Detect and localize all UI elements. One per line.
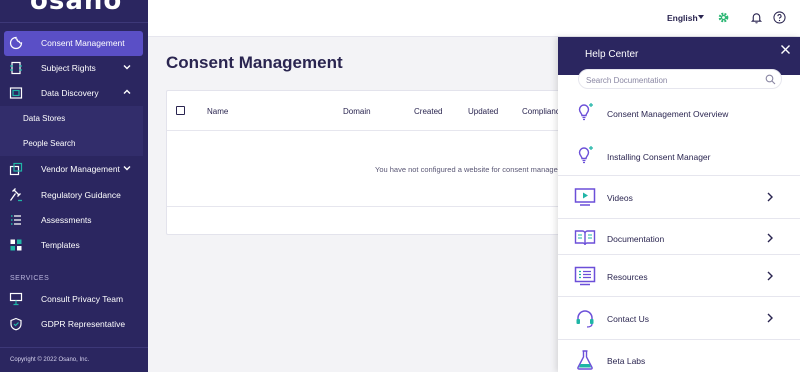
column-header-name[interactable]: Name [207,107,228,116]
sidebar-item-templates[interactable]: Templates [0,233,148,258]
osano-logo[interactable]: osano [30,0,122,16]
help-search-input[interactable] [586,74,756,86]
copyright-text: Copyright © 2022 Osano, Inc. [10,357,90,363]
sidebar-item-label: Vendor Management [41,164,120,174]
sidebar-subitem-label: People Search [23,139,76,148]
help-item-label: Contact Us [607,314,650,324]
video-icon [574,188,596,206]
sidebar-subitem-label: Data Stores [23,114,66,123]
sidebar: osano Consent Management Subject Rights … [0,0,148,372]
select-all-checkbox[interactable] [176,106,185,115]
sidebar-item-label: Regulatory Guidance [41,190,121,200]
sidebar-item-label: Consent Management [41,38,125,48]
sidebar-item-label: GDPR Representative [41,319,126,329]
help-icon[interactable] [773,11,786,24]
bell-icon[interactable] [750,11,763,24]
help-center-panel: Help Center Consent Management Overview … [558,37,800,372]
chevron-up-icon [123,89,131,94]
language-selector[interactable]: English [667,13,698,23]
vendor-icon [9,162,23,176]
help-item-beta-labs[interactable]: Beta Labs [558,340,800,372]
presentation-icon [9,292,23,306]
divider [0,22,148,23]
sidebar-subitem-data-stores[interactable]: Data Stores [0,106,143,131]
sidebar-subitem-people-search[interactable]: People Search [0,131,143,156]
sidebar-item-label: Data Discovery [41,88,99,98]
help-item-consent-management-overview[interactable]: Consent Management Overview [558,97,800,131]
lightbulb-icon [578,103,593,121]
chevron-right-icon [767,192,773,202]
websites-table: Name Domain Created Updated Complianc Yo… [166,90,566,235]
gavel-icon [9,188,22,202]
resources-icon [574,266,596,286]
sidebar-item-regulatory-guidance[interactable]: Regulatory Guidance [0,183,148,208]
shield-icon [10,317,22,331]
headset-icon [576,310,594,328]
sidebar-item-gdpr-representative[interactable]: GDPR Representative [0,312,148,337]
caret-down-icon[interactable] [698,15,704,20]
help-item-label: Consent Management Overview [607,109,729,119]
consent-icon [9,36,23,50]
help-item-label: Videos [607,193,633,203]
chevron-down-icon [123,166,131,171]
sidebar-item-label: Assessments [41,215,92,225]
sidebar-item-consult-privacy-team[interactable]: Consult Privacy Team [0,287,148,312]
column-header-updated[interactable]: Updated [468,107,498,116]
settings-gear-icon[interactable] [717,11,730,24]
help-search-box[interactable] [578,69,782,89]
search-icon[interactable] [765,74,776,85]
sidebar-item-label: Subject Rights [41,63,96,73]
sidebar-item-assessments[interactable]: Assessments [0,208,148,233]
help-item-label: Resources [607,272,648,282]
services-section-label: SERVICES [10,275,50,282]
sidebar-item-label: Consult Privacy Team [41,294,124,304]
column-header-domain[interactable]: Domain [343,107,371,116]
help-item-label: Documentation [607,234,665,244]
sidebar-item-label: Templates [41,240,80,250]
column-header-compliance[interactable]: Complianc [522,107,560,116]
sidebar-item-data-discovery[interactable]: Data Discovery [0,81,148,106]
divider [0,347,148,348]
help-item-label: Beta Labs [607,356,646,366]
divider [167,130,565,131]
list-icon [11,215,21,225]
help-item-videos[interactable]: Videos [558,176,800,218]
page-title: Consent Management [166,53,343,72]
close-icon[interactable] [780,44,791,55]
chevron-right-icon [767,313,773,323]
chevron-right-icon [767,271,773,281]
help-item-label: Installing Consent Manager [607,152,711,162]
help-item-resources[interactable]: Resources [558,255,800,297]
data-discovery-icon [9,87,23,99]
help-item-installing-consent-manager[interactable]: Installing Consent Manager [558,140,800,174]
book-icon [574,230,596,246]
help-item-contact-us[interactable]: Contact Us [558,297,800,339]
lightbulb-icon [578,146,593,164]
divider [167,206,565,207]
sidebar-item-vendor-management[interactable]: Vendor Management [0,157,148,182]
column-header-created[interactable]: Created [414,107,442,116]
chevron-right-icon [767,233,773,243]
sidebar-item-consent-management[interactable]: Consent Management [4,31,143,56]
subject-rights-icon [10,61,22,75]
help-panel-title: Help Center [585,49,639,60]
flask-icon [577,350,593,370]
chevron-down-icon [123,65,131,70]
empty-state-message: You have not configured a website for co… [375,165,561,174]
help-item-documentation[interactable]: Documentation [558,219,800,257]
sidebar-item-subject-rights[interactable]: Subject Rights [0,56,148,81]
templates-icon [10,239,22,251]
